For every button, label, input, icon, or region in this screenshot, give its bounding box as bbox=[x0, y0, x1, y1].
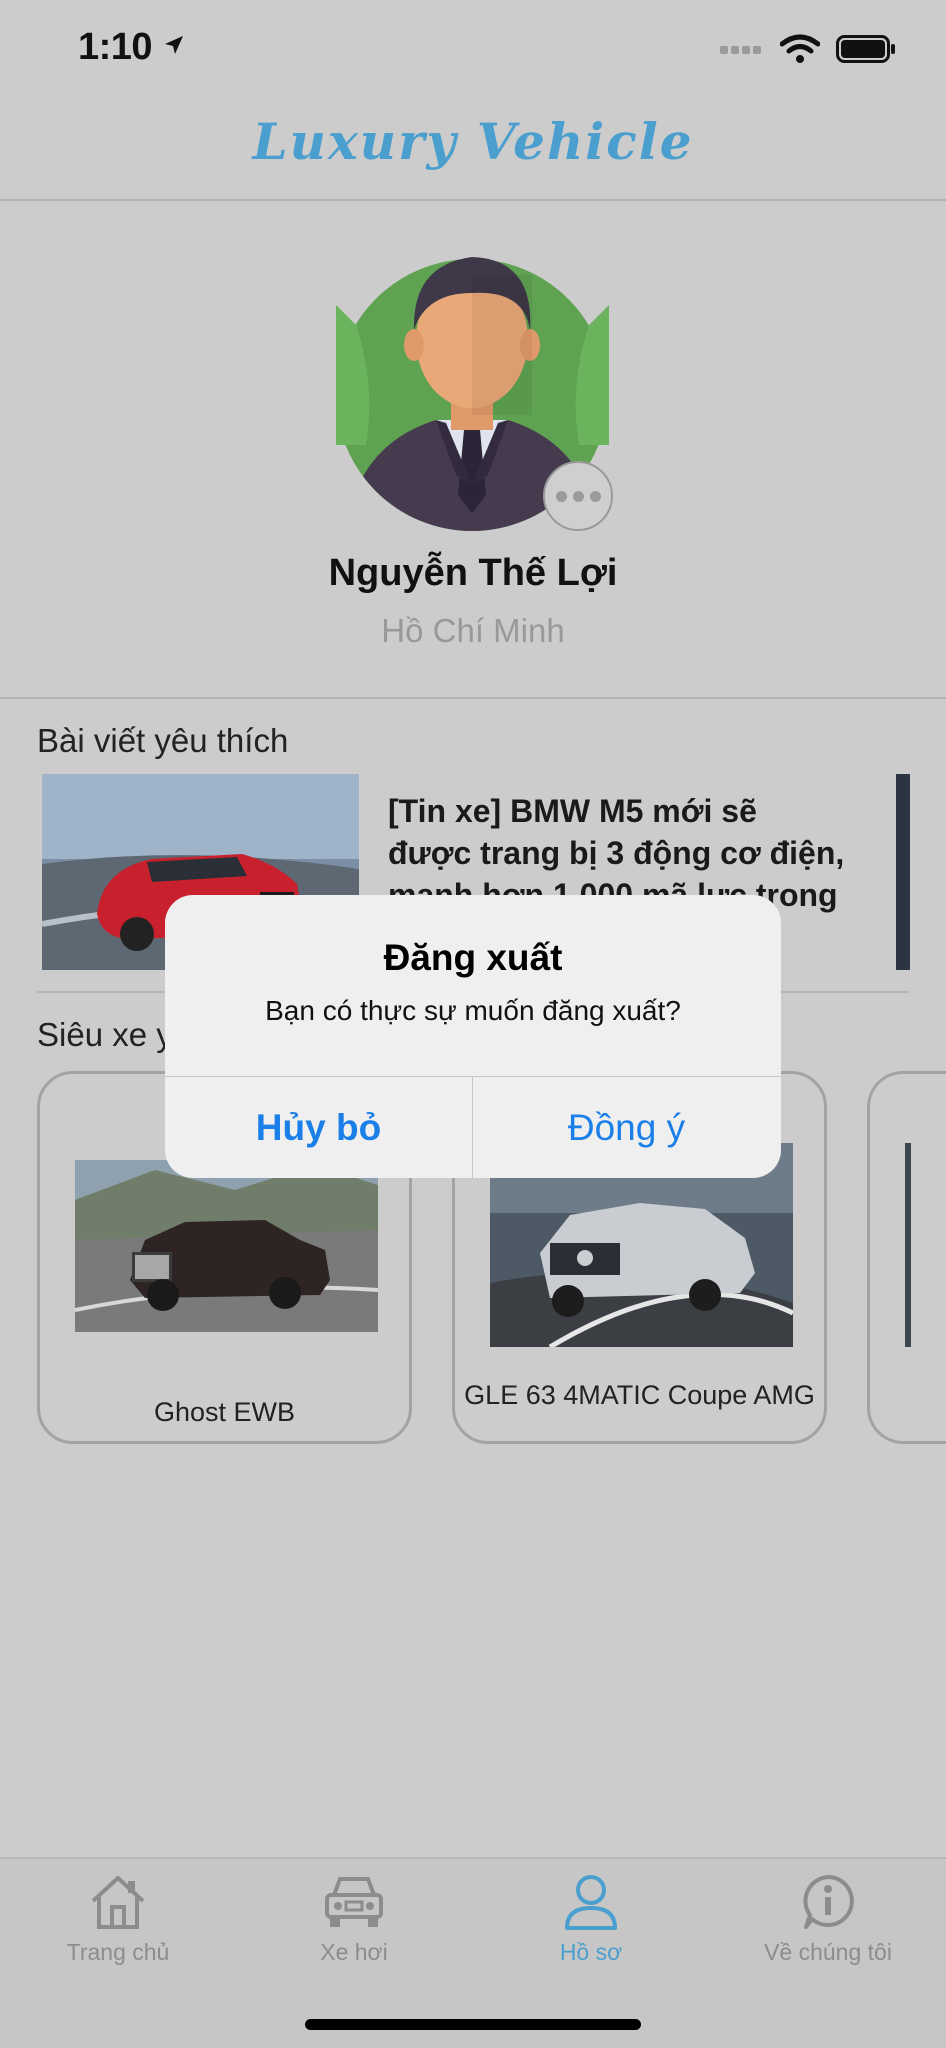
header-divider bbox=[0, 199, 946, 201]
tab-cars[interactable]: Xe hơi bbox=[236, 1873, 472, 1993]
status-time-text: 1:10 bbox=[78, 26, 153, 68]
car-card-partial[interactable] bbox=[867, 1071, 946, 1444]
profile-city: Hồ Chí Minh bbox=[381, 612, 565, 649]
person-icon bbox=[565, 1875, 617, 1930]
home-indicator bbox=[305, 2019, 641, 2030]
more-dot-icon bbox=[555, 490, 567, 502]
logout-dialog: Đăng xuất Bạn có thực sự muốn đăng xuất?… bbox=[165, 895, 781, 1178]
car-icon bbox=[325, 1877, 383, 1927]
more-dot-icon bbox=[572, 490, 584, 502]
profile-divider bbox=[0, 697, 946, 699]
tab-about[interactable]: Về chúng tôi bbox=[710, 1873, 946, 1993]
app-title: Luxury Vehicle bbox=[252, 112, 694, 171]
tab-label: Về chúng tôi bbox=[764, 1939, 892, 1965]
car-image bbox=[75, 1160, 378, 1332]
tab-profile[interactable]: Hồ sơ bbox=[473, 1873, 709, 1993]
next-post-preview[interactable] bbox=[896, 774, 910, 970]
profile-name: Nguyễn Thế Lợi bbox=[328, 552, 618, 594]
tab-home[interactable]: Trang chủ bbox=[0, 1873, 236, 1993]
wifi-icon bbox=[780, 34, 820, 63]
car-image bbox=[905, 1143, 911, 1347]
cancel-button[interactable]: Hủy bỏ bbox=[165, 1077, 472, 1178]
house-icon bbox=[91, 1876, 145, 1929]
tab-label: Hồ sơ bbox=[559, 1939, 623, 1965]
car-name: GLE 63 4MATIC Coupe AMG bbox=[464, 1380, 815, 1410]
location-arrow-icon bbox=[165, 36, 184, 54]
dialog-title: Đăng xuất bbox=[383, 937, 563, 978]
cellular-signal-icon bbox=[720, 46, 761, 54]
avatar-more-button[interactable] bbox=[543, 461, 613, 531]
info-icon bbox=[803, 1875, 854, 1929]
tab-label: Trang chủ bbox=[66, 1939, 170, 1965]
car-name: Ghost EWB bbox=[153, 1397, 296, 1427]
status-icons bbox=[720, 34, 896, 64]
more-dot-icon bbox=[589, 490, 601, 502]
tab-label: Xe hơi bbox=[320, 1939, 388, 1965]
battery-icon bbox=[836, 35, 895, 63]
status-time: 1:10 bbox=[78, 26, 186, 69]
confirm-button[interactable]: Đồng ý bbox=[473, 1077, 780, 1178]
favorites-section-title: Bài viết yêu thích bbox=[37, 722, 289, 759]
dialog-message: Bạn có thực sự muốn đăng xuất? bbox=[265, 995, 681, 1026]
